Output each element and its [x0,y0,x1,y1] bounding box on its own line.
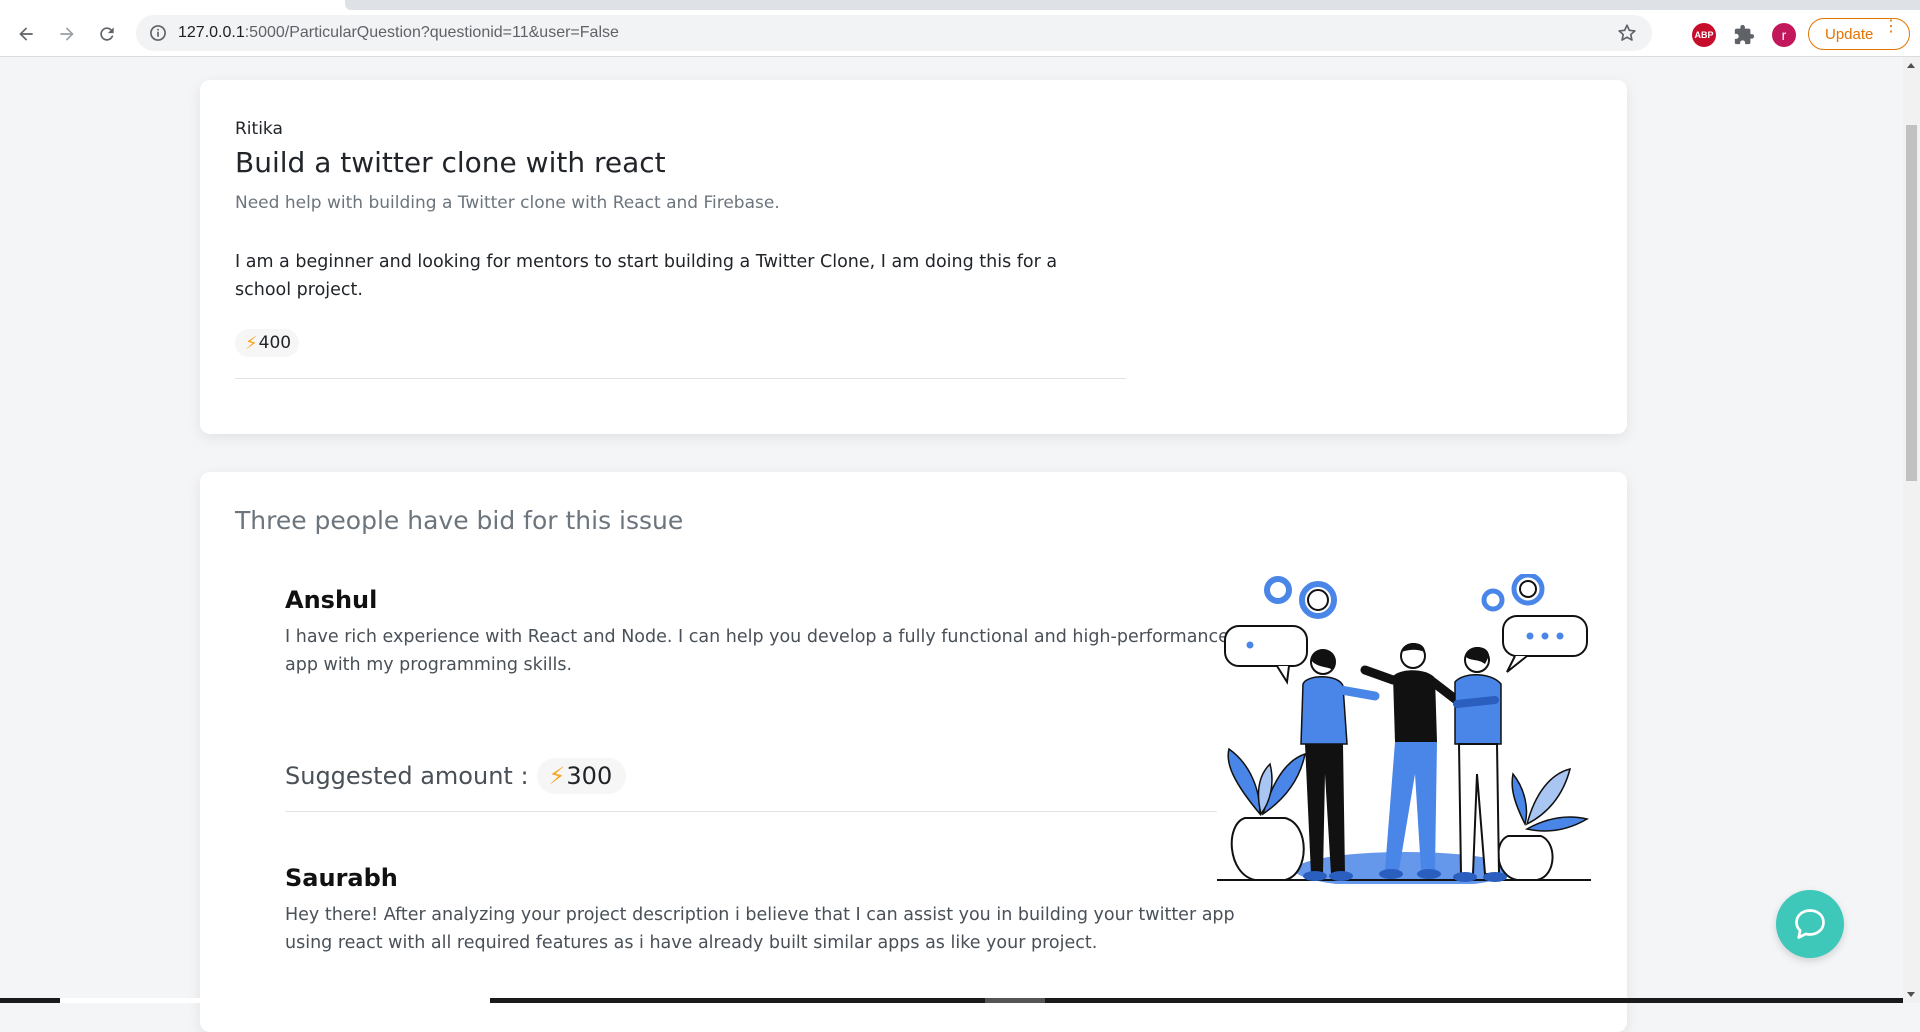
suggested-amount-label: Suggested amount : [285,762,529,790]
url-text[interactable]: 127.0.0.1:5000/ParticularQuestion?questi… [178,24,619,42]
info-icon[interactable] [148,23,168,43]
star-icon[interactable] [1616,22,1638,44]
team-collaboration-illustration [1217,574,1591,884]
bid-description: Hey there! After analyzing your project … [285,905,1235,953]
address-bar[interactable]: 127.0.0.1:5000/ParticularQuestion?questi… [136,15,1652,51]
scrollbar-thumb[interactable] [1906,125,1917,481]
taskbar-segment [60,998,490,1003]
extensions-button[interactable] [1732,23,1756,47]
question-description: I am a beginner and looking for mentors … [235,252,1058,300]
bounty-badge: ⚡ 400 [235,329,300,357]
question-card: Ritika Build a twitter clone with react … [200,80,1627,434]
reload-button[interactable] [93,20,121,48]
divider [285,811,1217,812]
profile-avatar[interactable]: r [1772,23,1796,47]
scroll-up-icon[interactable] [1907,63,1915,68]
page-scrollbar[interactable] [1903,57,1920,1003]
bid-description: I have rich experience with React and No… [285,627,1229,675]
bounty-amount: 400 [258,333,292,353]
lightning-bolt-icon: ⚡ [548,762,566,790]
question-subtitle: Need help with building a Twitter clone … [235,193,780,213]
bidder-name: Anshul [285,586,378,614]
divider [235,378,1126,379]
avatar-letter: r [1781,27,1787,43]
question-author: Ritika [235,119,283,139]
tab-bar-background [345,0,1920,10]
chat-icon [1795,909,1825,939]
bids-heading: Three people have bid for this issue [235,506,684,535]
puzzle-icon [1734,24,1755,45]
bids-card: Three people have bid for this issue Ans… [200,472,1627,1032]
url-path: :5000/ParticularQuestion?questionid=11&u… [244,24,619,41]
lightning-bolt-icon: ⚡ [245,332,258,354]
back-arrow-icon [19,27,33,41]
taskbar-edge [0,998,1903,1003]
back-button[interactable] [12,20,40,48]
chat-button[interactable] [1776,890,1844,958]
scroll-down-icon[interactable] [1907,992,1915,997]
suggested-amount-chip: ⚡ 300 [536,758,627,794]
forward-button[interactable] [53,20,81,48]
update-button[interactable]: Update ⋮ [1808,18,1910,50]
abp-icon: ABP [1694,30,1714,40]
tab-strip [0,0,1920,10]
reload-icon [100,27,114,41]
suggested-amount: Suggested amount : ⚡ 300 [285,758,627,794]
bidder-name: Saurabh [285,864,398,892]
suggested-amount-value: 300 [566,762,613,790]
forward-arrow-icon [60,27,74,41]
update-label: Update [1825,25,1874,43]
adblock-extension-button[interactable]: ABP [1692,23,1716,47]
menu-dots-icon[interactable]: ⋮ [1883,19,1899,35]
question-title: Build a twitter clone with react [235,146,666,179]
url-host: 127.0.0.1 [178,24,245,41]
taskbar-segment [985,998,1045,1003]
browser-toolbar: 127.0.0.1:5000/ParticularQuestion?questi… [0,10,1920,57]
